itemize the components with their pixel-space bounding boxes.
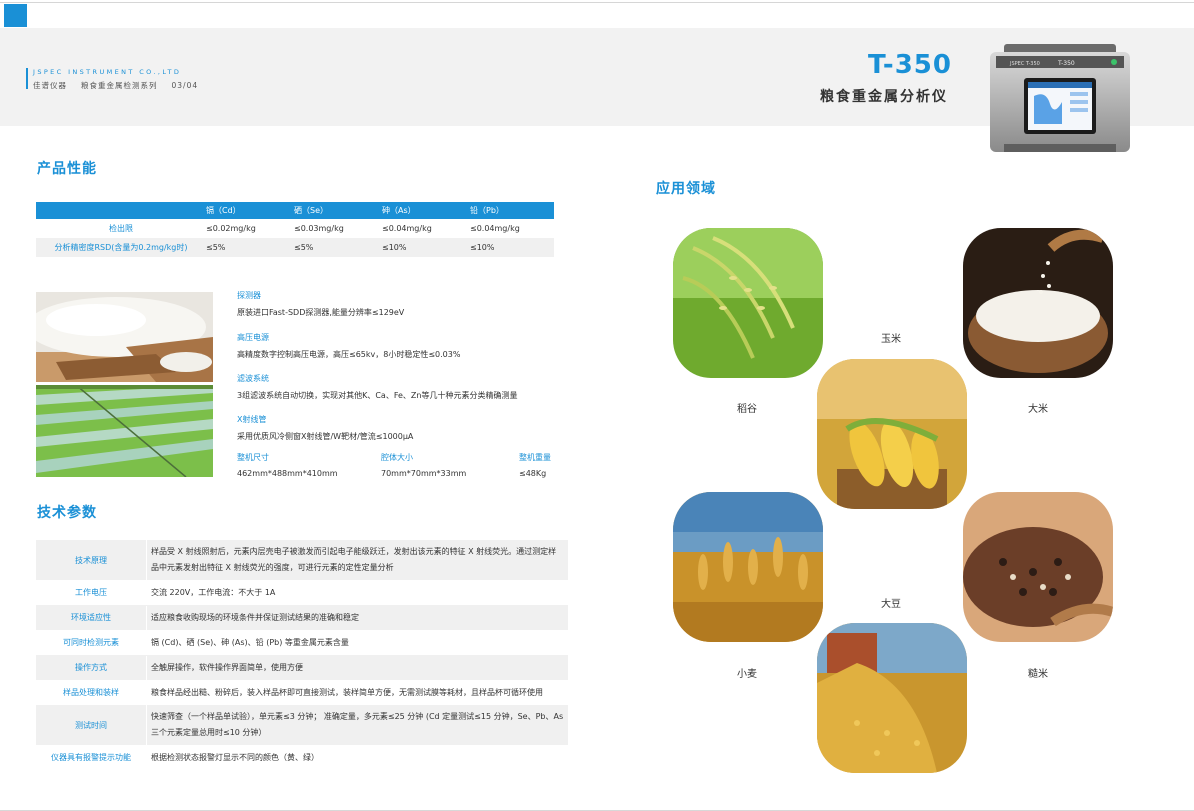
- dimension-title: 腔体大小: [381, 453, 413, 462]
- brand-english: JSPEC INSTRUMENT CO.,LTD: [33, 68, 182, 76]
- crop-label-soybean: 大豆: [881, 599, 901, 610]
- table-row: 检出限 ≤0.02mg/kg ≤0.03mg/kg ≤0.04mg/kg ≤0.…: [36, 219, 554, 238]
- table-cell: ≤0.02mg/kg: [206, 224, 256, 233]
- brochure-page: JSPEC INSTRUMENT CO.,LTD 佳谱仪器 粮食重金属检测系列 03…: [0, 0, 1194, 811]
- feature-filter: 滤波系统 3组滤波系统自动切换，实现对其他K、Ca、Fe、Zn等几十种元素分类精…: [237, 373, 517, 401]
- dimension-title: 整机尺寸: [237, 453, 269, 462]
- corn-photo: [817, 359, 967, 509]
- feature-title: 探测器: [237, 291, 261, 300]
- performance-header-cell: 硒（Se）: [294, 206, 328, 215]
- param-key: 工作电压: [75, 588, 107, 597]
- row-label: 分析精密度RSD(含量为0.2mg/kg时): [54, 243, 188, 252]
- crop-label-rice: 大米: [1028, 404, 1048, 415]
- feature-desc: 采用优质风冷侧窗X射线管/W靶材/管流≤1000μA: [237, 432, 414, 441]
- performance-header-cell: 铅（Pb）: [470, 206, 504, 215]
- feature-xray-tube: X射线管 采用优质风冷侧窗X射线管/W靶材/管流≤1000μA: [237, 414, 413, 442]
- param-key: 样品处理和装样: [63, 688, 119, 697]
- feature-desc: 原装进口Fast-SDD探测器,能量分辨率≤129eV: [237, 308, 405, 317]
- table-cell: ≤10%: [382, 243, 407, 252]
- brand-chinese: 佳谱仪器: [33, 81, 67, 90]
- paddy-photo: [673, 228, 823, 378]
- applications-title: 应用领域: [656, 181, 716, 197]
- top-rule: [0, 2, 1194, 3]
- param-value: 样品受 X 射线照射后，元素内层壳电子被激发而引起电子能级跃迁，发射出该元素的特…: [146, 540, 568, 580]
- table-row: 测试时间 快速筛查（一个样品单试验），单元素≤3 分钟； 准确定量，多元素≤25…: [36, 705, 568, 745]
- dimension-item: 腔体大小 70mm*70mm*33mm: [381, 452, 466, 478]
- dimension-value: 70mm*70mm*33mm: [381, 469, 467, 478]
- table-row: 技术原理 样品受 X 射线照射后，元素内层壳电子被激发而引起电子能级跃迁，发射出…: [36, 540, 568, 580]
- rice-photo: [963, 228, 1113, 378]
- crop-label-brown-rice: 糙米: [1028, 669, 1048, 680]
- table-cell: ≤5%: [206, 243, 226, 252]
- table-cell: ≤10%: [470, 243, 495, 252]
- param-key: 操作方式: [75, 663, 107, 672]
- table-row: 操作方式 全触屏操作，软件操作界面简单，使用方便: [36, 655, 568, 680]
- table-row: 工作电压 交流 220V，工作电流：不大于 1A: [36, 580, 568, 605]
- performance-title: 产品性能: [37, 161, 97, 177]
- performance-table: 镉（Cd） 硒（Se） 砷（As） 铅（Pb） 检出限 ≤0.02mg/kg ≤…: [36, 202, 554, 257]
- model-number: T-350: [868, 50, 952, 80]
- crop-label-wheat: 小麦: [737, 669, 757, 680]
- param-key: 测试时间: [75, 720, 107, 730]
- row-label: 检出限: [109, 224, 133, 233]
- page-number: 03/04: [171, 81, 199, 90]
- param-key: 可同时检测元素: [63, 638, 119, 647]
- brown-rice-photo: [963, 492, 1113, 642]
- product-name: 粮食重金属分析仪: [820, 89, 948, 105]
- brand-line: 佳谱仪器 粮食重金属检测系列 03/04: [33, 80, 212, 91]
- series-name: 粮食重金属检测系列: [81, 81, 158, 90]
- param-value: 适应粮食收购现场的环境条件并保证测试结果的准确和稳定: [146, 605, 568, 630]
- param-value: 镉 (Cd)、硒 (Se)、砷 (As)、铅 (Pb) 等重金属元素含量: [146, 630, 568, 655]
- tech-params-title: 技术参数: [37, 505, 97, 521]
- crop-label-paddy: 稻谷: [737, 404, 757, 415]
- param-key: 技术原理: [75, 555, 107, 565]
- param-value: 粮食样品经出糙、粉碎后，装入样品杯即可直接测试，装样简单方便，无需测试膜等耗材，…: [146, 680, 568, 705]
- feature-title: 高压电源: [237, 333, 269, 342]
- param-key: 仪器具有报警提示功能: [51, 753, 131, 762]
- table-row: 样品处理和装样 粮食样品经出糙、粉碎后，装入样品杯即可直接测试，装样简单方便，无…: [36, 680, 568, 705]
- soybean-photo: [817, 623, 967, 773]
- dimension-item: 整机尺寸 462mm*488mm*410mm: [237, 452, 338, 478]
- table-cell: ≤0.03mg/kg: [294, 224, 344, 233]
- table-cell: ≤5%: [294, 243, 314, 252]
- device-model-text: T-350: [1057, 60, 1075, 67]
- param-value: 快速筛查（一个样品单试验），单元素≤3 分钟； 准确定量，多元素≤25 分钟 (…: [146, 705, 568, 745]
- device-brand-text: JSPEC T-350: [1009, 61, 1040, 67]
- param-value: 全触屏操作，软件操作界面简单，使用方便: [146, 655, 568, 680]
- feature-desc: 高精度数字控制高压电源，高压≤65kv，8小时稳定性≤0.03%: [237, 350, 461, 359]
- performance-header-cell: 镉（Cd）: [206, 206, 241, 215]
- device-photo: JSPEC T-350 T-350: [990, 44, 1130, 152]
- feature-detector: 探测器 原装进口Fast-SDD探测器,能量分辨率≤129eV: [237, 290, 404, 318]
- dimension-value: 462mm*488mm*410mm: [237, 469, 338, 478]
- crop-label-corn: 玉米: [881, 334, 901, 345]
- param-key: 环境适应性: [71, 613, 111, 622]
- table-row: 可同时检测元素 镉 (Cd)、硒 (Se)、砷 (As)、铅 (Pb) 等重金属…: [36, 630, 568, 655]
- paddy-field-photo: [36, 385, 213, 477]
- table-cell: ≤0.04mg/kg: [382, 224, 432, 233]
- performance-header-cell: 砷（As）: [382, 206, 416, 215]
- dimension-value: ≤48Kg: [519, 469, 547, 478]
- feature-title: 滤波系统: [237, 374, 269, 383]
- performance-header-row: 镉（Cd） 硒（Se） 砷（As） 铅（Pb）: [36, 202, 554, 219]
- wheat-photo: [673, 492, 823, 642]
- table-cell: ≤0.04mg/kg: [470, 224, 520, 233]
- feature-title: X射线管: [237, 415, 267, 424]
- brand-accent-bar: [26, 68, 28, 89]
- param-value: 根据检测状态报警灯显示不同的颜色（黄、绿）: [146, 745, 568, 770]
- dimension-title: 整机重量: [519, 453, 551, 462]
- tech-params-table: 技术原理 样品受 X 射线照射后，元素内层壳电子被激发而引起电子能级跃迁，发射出…: [36, 540, 568, 770]
- corner-accent: [4, 4, 27, 27]
- table-row: 分析精密度RSD(含量为0.2mg/kg时) ≤5% ≤5% ≤10% ≤10%: [36, 238, 554, 257]
- dimension-item: 整机重量 ≤48Kg: [519, 452, 551, 478]
- feature-hv-power: 高压电源 高精度数字控制高压电源，高压≤65kv，8小时稳定性≤0.03%: [237, 332, 460, 360]
- table-row: 环境适应性 适应粮食收购现场的环境条件并保证测试结果的准确和稳定: [36, 605, 568, 630]
- param-value: 交流 220V，工作电流：不大于 1A: [146, 580, 568, 605]
- table-row: 仪器具有报警提示功能 根据检测状态报警灯显示不同的颜色（黄、绿）: [36, 745, 568, 770]
- feature-desc: 3组滤波系统自动切换，实现对其他K、Ca、Fe、Zn等几十种元素分类精确测量: [237, 391, 518, 400]
- rice-bowl-photo: [36, 292, 213, 382]
